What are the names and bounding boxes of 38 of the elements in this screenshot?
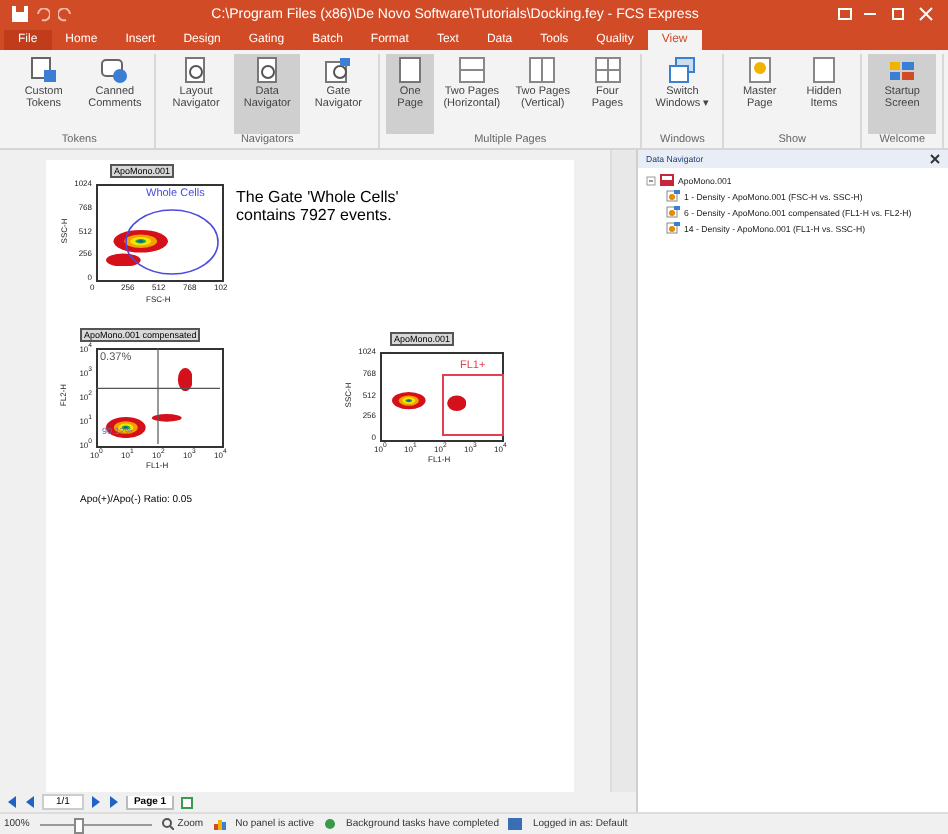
- two-pages-icon: [528, 56, 557, 84]
- bar-chart-icon: [213, 818, 226, 830]
- plot-icon: [666, 190, 680, 202]
- navigator-icon: [182, 56, 211, 84]
- vertical-scrollbar[interactable]: [610, 150, 636, 792]
- task-icon: [324, 818, 337, 830]
- zoom-slider-thumb[interactable]: [73, 817, 84, 833]
- density-plot-drawing: [105, 229, 168, 266]
- next-page-icon[interactable]: [89, 796, 102, 808]
- close-icon[interactable]: [930, 154, 940, 164]
- save-icon[interactable]: [12, 6, 28, 22]
- density-plot-drawing: [105, 367, 193, 438]
- gate-outline: [124, 208, 220, 276]
- last-page-icon[interactable]: [107, 796, 120, 808]
- add-page-icon[interactable]: [180, 795, 197, 809]
- data-file-icon: [660, 174, 674, 186]
- two-pages-icon: [457, 56, 486, 84]
- previous-page-icon[interactable]: [24, 796, 36, 808]
- first-page-icon[interactable]: [6, 796, 18, 808]
- undo-icon[interactable]: [36, 7, 50, 21]
- gate-icon: [324, 56, 353, 84]
- redo-icon[interactable]: [58, 7, 72, 21]
- windows-icon: [668, 56, 697, 84]
- navigator-icon: [253, 56, 282, 84]
- tokens-icon: [29, 56, 58, 84]
- search-icon[interactable]: [161, 818, 174, 830]
- collapse-icon[interactable]: [646, 175, 656, 185]
- page-icon: [809, 56, 838, 84]
- four-pages-icon: [593, 56, 622, 84]
- plot-icon: [666, 206, 680, 218]
- startup-icon: [888, 56, 917, 84]
- ribbon-display-icon[interactable]: [838, 8, 852, 20]
- plot-icon: [666, 222, 680, 234]
- page-icon: [396, 56, 425, 84]
- gate-statistics-text: The Gate 'Whole Cells' contains 7927 events.: [236, 190, 401, 226]
- maximize-icon[interactable]: [888, 6, 908, 22]
- comment-icon: [100, 56, 129, 84]
- density-plot-drawing: [391, 392, 466, 412]
